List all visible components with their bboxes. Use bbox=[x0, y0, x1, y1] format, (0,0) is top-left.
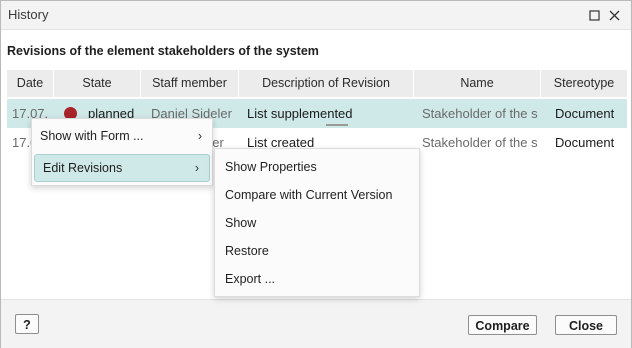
menu-item-export[interactable]: Export ... bbox=[215, 268, 419, 290]
table-header: Date State Staff member Description of R… bbox=[7, 70, 627, 97]
context-menu: Show with Form ... › Edit Revisions › bbox=[31, 118, 213, 186]
text-cursor-mark bbox=[326, 124, 348, 126]
menu-item-label: Show Properties bbox=[225, 160, 317, 174]
column-name[interactable]: Name bbox=[414, 70, 541, 97]
close-button[interactable]: Close bbox=[555, 315, 617, 335]
column-stereotype[interactable]: Stereotype bbox=[541, 70, 627, 97]
maximize-icon bbox=[588, 9, 600, 21]
cell-name: Stakeholder of the s bbox=[422, 135, 538, 150]
close-icon bbox=[609, 10, 619, 20]
menu-item-show[interactable]: Show bbox=[215, 212, 419, 234]
menu-item-label: Restore bbox=[225, 244, 269, 258]
menu-item-label: Edit Revisions bbox=[43, 161, 123, 175]
menu-item-label: Show bbox=[225, 216, 257, 230]
close-window-button[interactable] bbox=[604, 5, 624, 25]
menu-item-label: Show with Form ... bbox=[40, 129, 144, 143]
title-bar: History bbox=[1, 1, 631, 30]
cell-stereotype: Document bbox=[555, 106, 615, 121]
revisions-heading: Revisions of the element stakeholders of… bbox=[7, 44, 319, 58]
compare-button[interactable]: Compare bbox=[468, 315, 537, 335]
menu-item-show-properties[interactable]: Show Properties bbox=[215, 156, 419, 178]
menu-item-compare-current[interactable]: Compare with Current Version bbox=[215, 184, 419, 206]
menu-item-show-with-form[interactable]: Show with Form ... › bbox=[32, 125, 212, 147]
column-state[interactable]: State bbox=[54, 70, 141, 97]
chevron-right-icon: › bbox=[197, 129, 202, 143]
menu-item-label: Compare with Current Version bbox=[225, 188, 393, 202]
edit-revisions-submenu: Show Properties Compare with Current Ver… bbox=[214, 148, 420, 297]
column-description[interactable]: Description of Revision bbox=[239, 70, 414, 97]
menu-item-restore[interactable]: Restore bbox=[215, 240, 419, 262]
column-date[interactable]: Date bbox=[7, 70, 54, 97]
window-title: History bbox=[8, 7, 49, 22]
cell-stereotype: Document bbox=[555, 135, 615, 150]
help-button[interactable]: ? bbox=[15, 314, 39, 334]
maximize-button[interactable] bbox=[584, 5, 604, 25]
menu-item-edit-revisions[interactable]: Edit Revisions › bbox=[34, 154, 210, 182]
menu-item-label: Export ... bbox=[225, 272, 276, 286]
cell-name: Stakeholder of the s bbox=[422, 106, 538, 121]
chevron-right-icon: › bbox=[194, 161, 199, 175]
column-staff-member[interactable]: Staff member bbox=[141, 70, 239, 97]
dialog-footer: ? Compare Close bbox=[1, 299, 631, 348]
